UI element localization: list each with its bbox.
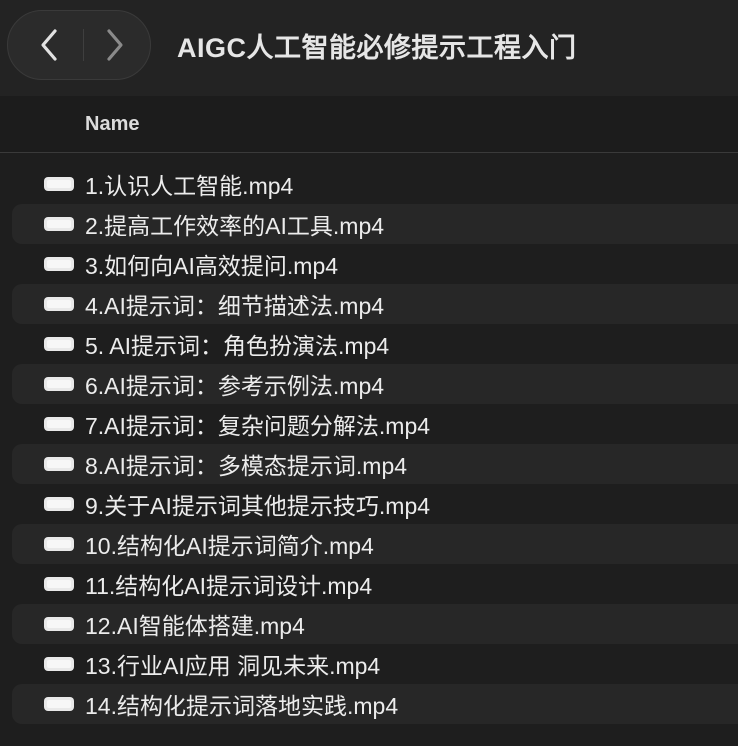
video-file-icon: [44, 257, 74, 271]
file-row[interactable]: 7.AI提示词：复杂问题分解法.mp4: [0, 404, 738, 444]
file-name: 8.AI提示词：多模态提示词.mp4: [85, 453, 408, 479]
file-row[interactable]: 14.结构化提示词落地实践.mp4: [12, 684, 738, 724]
file-row[interactable]: 12.AI智能体搭建.mp4: [12, 604, 738, 644]
file-name: 6.AI提示词：参考示例法.mp4: [85, 373, 385, 399]
file-name: 14.结构化提示词落地实践.mp4: [85, 693, 399, 719]
column-header-name[interactable]: Name: [85, 113, 139, 136]
file-row[interactable]: 1.认识人工智能.mp4: [0, 164, 738, 204]
file-name: 1.认识人工智能.mp4: [85, 173, 294, 199]
video-file-icon: [44, 577, 74, 591]
file-list: 1.认识人工智能.mp4 2.提高工作效率的AI工具.mp4 3.如何向AI高效…: [0, 164, 738, 724]
file-row[interactable]: 6.AI提示词：参考示例法.mp4: [12, 364, 738, 404]
window-title: AIGC人工智能必修提示工程入门: [177, 33, 577, 63]
file-name: 11.结构化AI提示词设计.mp4: [85, 573, 373, 599]
file-row[interactable]: 9.关于AI提示词其他提示技巧.mp4: [0, 484, 738, 524]
file-row[interactable]: 4.AI提示词：细节描述法.mp4: [12, 284, 738, 324]
file-name: 2.提高工作效率的AI工具.mp4: [85, 213, 385, 239]
file-row[interactable]: 3.如何向AI高效提问.mp4: [0, 244, 738, 284]
video-file-icon: [44, 457, 74, 471]
forward-button[interactable]: [80, 11, 150, 79]
file-row[interactable]: 5. AI提示词：角色扮演法.mp4: [0, 324, 738, 364]
video-file-icon: [44, 697, 74, 711]
finder-window: AIGC人工智能必修提示工程入门 Name 1.认识人工智能.mp4 2.提高工…: [0, 0, 738, 746]
back-button[interactable]: [14, 11, 84, 79]
video-file-icon: [44, 337, 74, 351]
file-name: 5. AI提示词：角色扮演法.mp4: [85, 333, 390, 359]
column-header: Name: [0, 96, 738, 153]
file-row[interactable]: 13.行业AI应用 洞见未来.mp4: [0, 644, 738, 684]
video-file-icon: [44, 617, 74, 631]
toolbar: AIGC人工智能必修提示工程入门: [0, 0, 738, 96]
file-name: 10.结构化AI提示词简介.mp4: [85, 533, 374, 559]
file-row[interactable]: 10.结构化AI提示词简介.mp4: [12, 524, 738, 564]
video-file-icon: [44, 657, 74, 671]
file-name: 9.关于AI提示词其他提示技巧.mp4: [85, 493, 431, 519]
chevron-left-icon: [41, 29, 57, 61]
video-file-icon: [44, 537, 74, 551]
file-name: 12.AI智能体搭建.mp4: [85, 613, 305, 639]
video-file-icon: [44, 417, 74, 431]
file-name: 13.行业AI应用 洞见未来.mp4: [85, 653, 381, 679]
file-row[interactable]: 2.提高工作效率的AI工具.mp4: [12, 204, 738, 244]
file-name: 3.如何向AI高效提问.mp4: [85, 253, 339, 279]
video-file-icon: [44, 177, 74, 191]
chevron-right-icon: [107, 29, 123, 61]
file-row[interactable]: 11.结构化AI提示词设计.mp4: [0, 564, 738, 604]
file-name: 7.AI提示词：复杂问题分解法.mp4: [85, 413, 431, 439]
navigation-buttons: [7, 10, 151, 80]
video-file-icon: [44, 377, 74, 391]
video-file-icon: [44, 497, 74, 511]
video-file-icon: [44, 217, 74, 231]
file-name: 4.AI提示词：细节描述法.mp4: [85, 293, 385, 319]
file-row[interactable]: 8.AI提示词：多模态提示词.mp4: [12, 444, 738, 484]
video-file-icon: [44, 297, 74, 311]
